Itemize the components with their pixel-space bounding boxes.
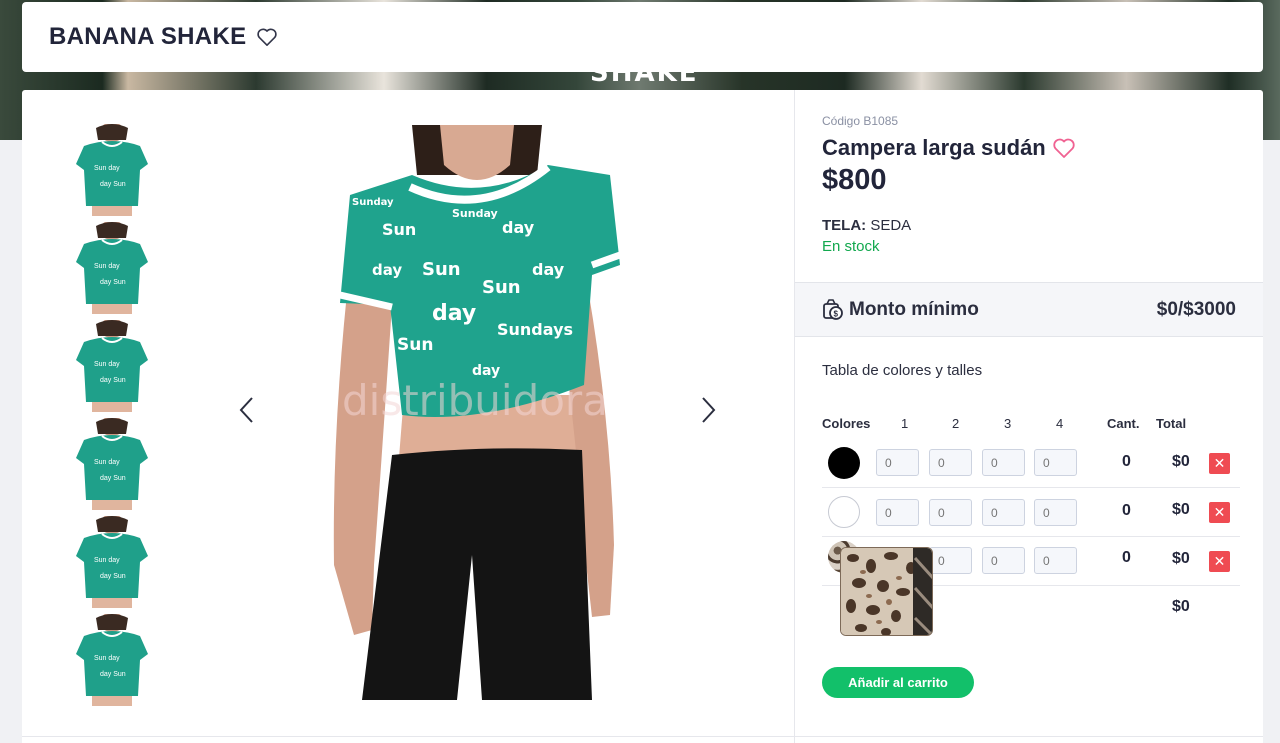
fabric-label: TELA: bbox=[822, 217, 867, 234]
store-header: BANANA SHAKE bbox=[22, 2, 1263, 72]
grand-total: $0 bbox=[1172, 598, 1190, 615]
size-input[interactable] bbox=[982, 499, 1025, 526]
thumbnail-image: Sun day day Sun bbox=[66, 124, 158, 216]
thumbnail-image: Sun day day Sun bbox=[66, 320, 158, 412]
favorite-heart-icon[interactable] bbox=[1052, 137, 1076, 159]
header-size-1: 1 bbox=[901, 416, 909, 431]
thumbnail[interactable]: Sun day day Sun bbox=[66, 320, 158, 412]
svg-text:day Sun: day Sun bbox=[100, 573, 126, 580]
minimum-value: $0/$3000 bbox=[1156, 298, 1236, 320]
delete-row-button[interactable]: ✕ bbox=[1209, 551, 1230, 572]
row-total: $0 bbox=[1172, 453, 1190, 470]
row-qty: 0 bbox=[1122, 549, 1131, 566]
header-size-4: 4 bbox=[1056, 416, 1064, 431]
product-price: $800 bbox=[822, 164, 887, 196]
thumbnail-image: Sun day day Sun bbox=[66, 516, 158, 608]
svg-text:Sun: Sun bbox=[382, 220, 416, 239]
header-colors: Colores bbox=[822, 416, 871, 431]
svg-text:Sun day: Sun day bbox=[94, 459, 120, 466]
chevron-right-icon bbox=[702, 397, 716, 423]
thumbnail-list: Sun day day Sun Sun day day Sun Sun day … bbox=[66, 124, 158, 712]
svg-text:day Sun: day Sun bbox=[100, 279, 126, 286]
svg-text:day: day bbox=[432, 301, 476, 326]
svg-text:Sun day: Sun day bbox=[94, 263, 120, 270]
svg-text:day: day bbox=[372, 261, 402, 279]
header-qty: Cant. bbox=[1107, 416, 1140, 431]
product-name-row: Campera larga sudán bbox=[822, 135, 1076, 161]
thumbnail-image: Sun day day Sun bbox=[66, 614, 158, 706]
row-qty: 0 bbox=[1122, 502, 1131, 519]
svg-text:day Sun: day Sun bbox=[100, 181, 126, 188]
size-input[interactable] bbox=[982, 547, 1025, 574]
thumbnail[interactable]: Sun day day Sun bbox=[66, 124, 158, 216]
svg-text:day: day bbox=[502, 218, 535, 237]
chevron-left-icon bbox=[239, 397, 253, 423]
svg-text:Sun: Sun bbox=[397, 335, 433, 355]
stock-status: En stock bbox=[822, 238, 880, 255]
color-swatch-black[interactable] bbox=[828, 447, 860, 479]
svg-text:Sun: Sun bbox=[482, 277, 521, 298]
main-product-image: Sun Sunday day day Sun Sun day day Sunda… bbox=[292, 125, 672, 700]
product-code: Código B1085 bbox=[822, 114, 899, 128]
thumbnail[interactable]: Sun day day Sun bbox=[66, 222, 158, 314]
product-photo: Sun Sunday day day Sun Sun day day Sunda… bbox=[292, 125, 672, 700]
size-input[interactable] bbox=[1034, 499, 1077, 526]
product-card: Sun day day Sun Sun day day Sun Sun day … bbox=[22, 90, 1263, 743]
svg-text:day Sun: day Sun bbox=[100, 475, 126, 482]
svg-text:Sunday: Sunday bbox=[452, 207, 498, 220]
watermark: distribuidora bbox=[342, 376, 608, 425]
fabric-value: SEDA bbox=[870, 217, 912, 234]
heart-outline-icon[interactable] bbox=[256, 27, 278, 47]
svg-text:Sun day: Sun day bbox=[94, 557, 120, 564]
thumbnail[interactable]: Sun day day Sun bbox=[66, 418, 158, 510]
size-input[interactable] bbox=[929, 449, 972, 476]
size-input[interactable] bbox=[876, 499, 919, 526]
fabric-info: TELA: SEDA bbox=[822, 217, 911, 234]
swatch-preview-popup bbox=[840, 547, 933, 636]
table-row: 0 $0 ✕ bbox=[822, 439, 1240, 488]
color-swatch-white[interactable] bbox=[828, 496, 860, 528]
thumbnail[interactable]: Sun day day Sun bbox=[66, 614, 158, 706]
svg-text:Sun day: Sun day bbox=[94, 361, 120, 368]
svg-text:day: day bbox=[532, 260, 565, 279]
svg-text:Sundays: Sundays bbox=[497, 320, 573, 339]
table-title: Tabla de colores y talles bbox=[822, 362, 983, 379]
size-input[interactable] bbox=[1034, 547, 1077, 574]
size-input[interactable] bbox=[876, 449, 919, 476]
svg-text:$: $ bbox=[834, 309, 839, 318]
thumbnail[interactable]: Sun day day Sun bbox=[66, 516, 158, 608]
svg-text:Sun day: Sun day bbox=[94, 165, 120, 172]
header-size-2: 2 bbox=[952, 416, 960, 431]
row-total: $0 bbox=[1172, 501, 1190, 518]
svg-text:day Sun: day Sun bbox=[100, 377, 126, 384]
minimum-amount-bar: $ Monto mínimo $0/$3000 bbox=[795, 282, 1263, 337]
size-input[interactable] bbox=[929, 499, 972, 526]
svg-text:day Sun: day Sun bbox=[100, 671, 126, 678]
thumbnail-image: Sun day day Sun bbox=[66, 222, 158, 314]
card-bottom-divider bbox=[22, 736, 1263, 737]
delete-row-button[interactable]: ✕ bbox=[1209, 502, 1230, 523]
size-input[interactable] bbox=[929, 547, 972, 574]
header-size-3: 3 bbox=[1004, 416, 1012, 431]
money-bag-icon: $ bbox=[823, 298, 843, 320]
row-qty: 0 bbox=[1122, 453, 1131, 470]
leopard-pattern-image bbox=[841, 548, 932, 635]
svg-text:Sun: Sun bbox=[422, 259, 461, 280]
column-divider bbox=[794, 90, 795, 743]
table-row: 0 $0 ✕ bbox=[822, 488, 1240, 537]
size-input[interactable] bbox=[982, 449, 1025, 476]
store-title: BANANA SHAKE bbox=[49, 23, 247, 50]
delete-row-button[interactable]: ✕ bbox=[1209, 453, 1230, 474]
size-input[interactable] bbox=[1034, 449, 1077, 476]
svg-text:Sunday: Sunday bbox=[352, 197, 394, 208]
row-total: $0 bbox=[1172, 550, 1190, 567]
minimum-label: Monto mínimo bbox=[849, 298, 979, 320]
svg-text:Sun day: Sun day bbox=[94, 655, 120, 662]
thumbnail-image: Sun day day Sun bbox=[66, 418, 158, 510]
header-total: Total bbox=[1156, 416, 1187, 431]
add-to-cart-button[interactable]: Añadir al carrito bbox=[822, 667, 974, 698]
prev-image-button[interactable] bbox=[232, 390, 262, 430]
next-image-button[interactable] bbox=[693, 390, 723, 430]
product-name: Campera larga sudán bbox=[822, 135, 1046, 160]
